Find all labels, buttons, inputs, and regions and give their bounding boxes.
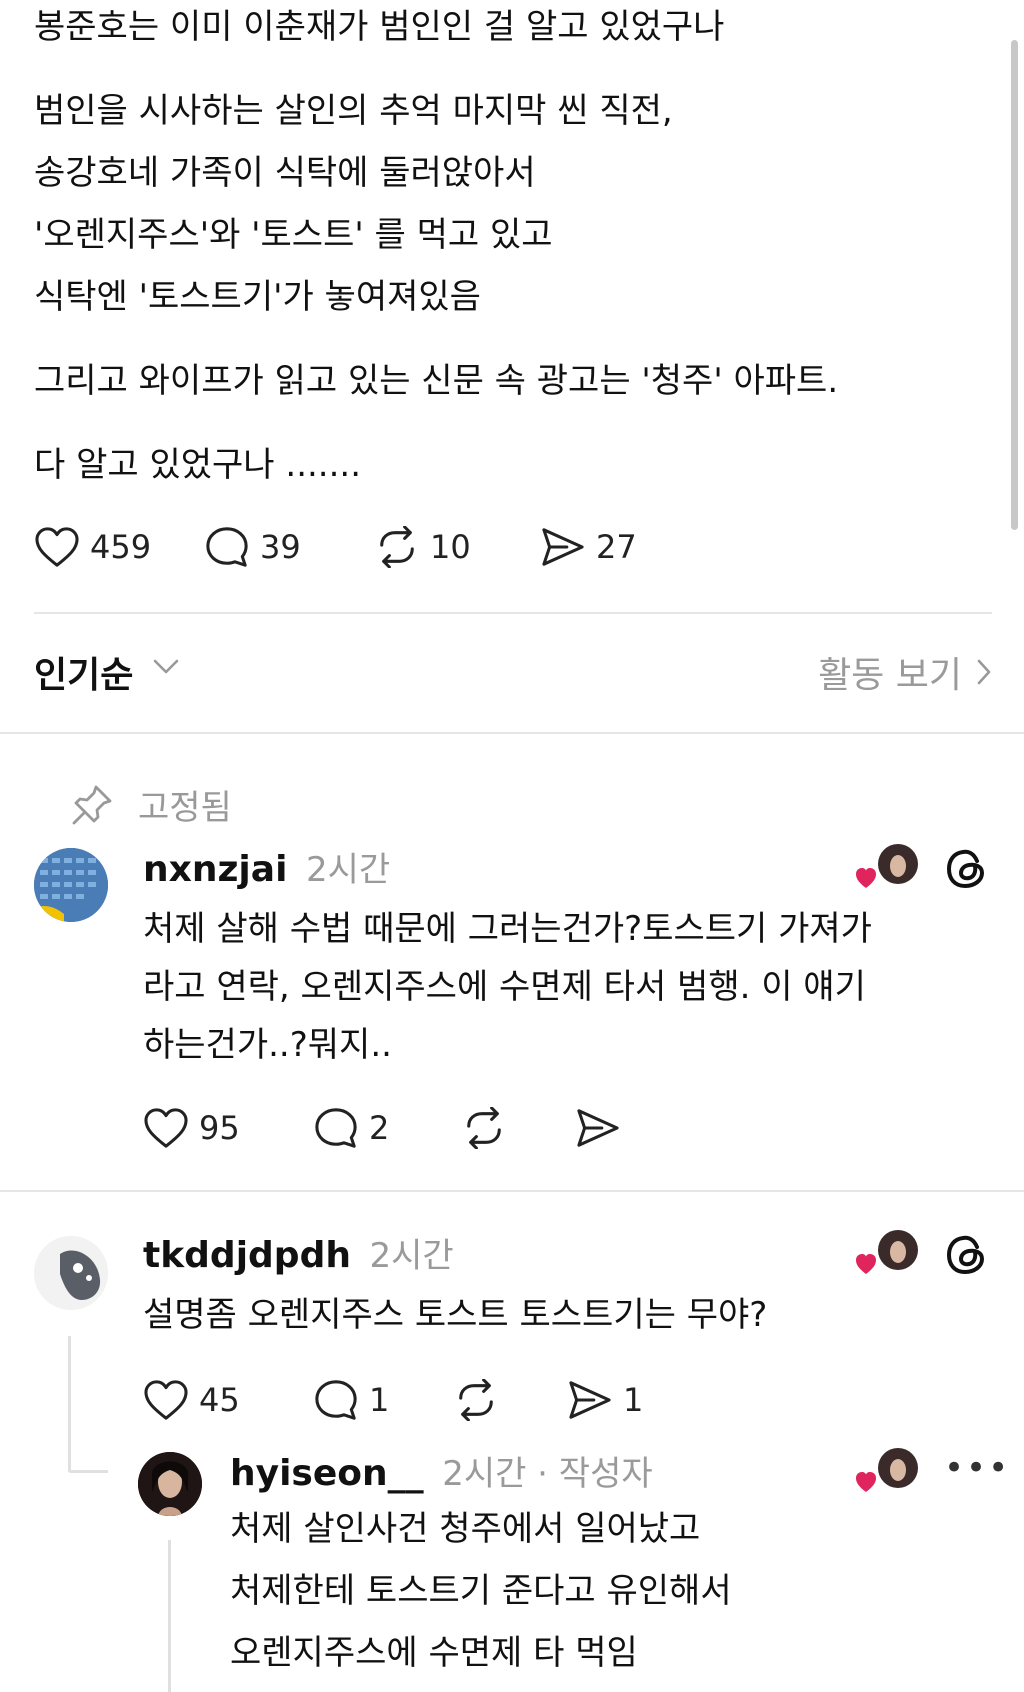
comment-time: 2시간 bbox=[305, 850, 391, 890]
like-button[interactable]: 45 bbox=[143, 1379, 313, 1421]
like-count: 459 bbox=[90, 528, 152, 566]
username-text: tkddjdpdh bbox=[143, 1235, 351, 1276]
author-avatar-heart-icon bbox=[856, 1448, 918, 1492]
post-actions: 459 39 10 27 bbox=[34, 525, 637, 569]
liked-by-author-badge bbox=[856, 1228, 918, 1278]
comment-line: 처제 살인사건 청주에서 일어났고 bbox=[230, 1509, 701, 1549]
comment-body: 처제 살인사건 청주에서 일어났고 처제한테 토스트기 준다고 유인해서 오렌지… bbox=[230, 1500, 990, 1686]
comment-body: 설명좀 오렌지주스 토스트 토스트기는 무야? bbox=[143, 1286, 973, 1344]
author-avatar-heart-icon bbox=[856, 1230, 918, 1274]
comment-button[interactable]: 1 bbox=[313, 1378, 453, 1422]
chevron-down-icon[interactable] bbox=[152, 658, 180, 676]
like-count: 45 bbox=[199, 1381, 240, 1419]
repost-button[interactable] bbox=[453, 1379, 567, 1421]
comment-bubble-icon bbox=[315, 1380, 357, 1420]
sort-dropdown[interactable]: 인기순 bbox=[34, 646, 133, 698]
like-count: 95 bbox=[199, 1109, 240, 1147]
comment-actions: 45 1 1 bbox=[143, 1378, 643, 1422]
comment-time: 2시간 bbox=[369, 1236, 454, 1276]
comment-line: 설명좀 오렌지주스 토스트 토스트기는 무야? bbox=[143, 1295, 768, 1335]
comment-time: 2시간 · 작성자 bbox=[442, 1454, 653, 1494]
comment-bubble-icon bbox=[315, 1108, 357, 1148]
post-line-1: 봉준호는 이미 이춘재가 범인인 걸 알고 있었구나 bbox=[34, 7, 725, 47]
activity-label: 활동 보기 bbox=[818, 655, 962, 696]
share-send-icon bbox=[577, 1109, 619, 1147]
heart-icon bbox=[144, 1108, 188, 1148]
reply-count: 1 bbox=[369, 1381, 390, 1419]
heart-icon bbox=[35, 527, 79, 567]
share-button[interactable]: 27 bbox=[540, 526, 637, 568]
post-line: 범인을 시사하는 살인의 추억 마지막 씬 직전, bbox=[34, 91, 673, 131]
reply-thread-connector bbox=[68, 1470, 108, 1473]
share-button[interactable] bbox=[575, 1107, 621, 1149]
avatar-image bbox=[138, 1452, 202, 1516]
comment-bubble-icon bbox=[206, 527, 248, 567]
divider bbox=[0, 732, 1024, 734]
avatar[interactable] bbox=[34, 1236, 108, 1310]
more-dots-icon[interactable]: ••• bbox=[944, 1448, 1010, 1488]
liked-by-author-badge bbox=[856, 1446, 918, 1496]
pinned-indicator: 고정됨 bbox=[70, 780, 232, 829]
comment-body: 처제 살해 수법 때문에 그러는건가?토스트기 가져가 라고 연락, 오렌지주스… bbox=[143, 900, 973, 1074]
heart-icon bbox=[144, 1380, 188, 1420]
comment-button[interactable]: 2 bbox=[313, 1106, 461, 1150]
like-button[interactable]: 95 bbox=[143, 1107, 313, 1149]
activity-link[interactable]: 활동 보기 bbox=[818, 646, 992, 698]
avatar[interactable] bbox=[34, 848, 108, 922]
comment-line: 오렌지주스에 수면제 타 먹임 bbox=[230, 1633, 638, 1673]
post-paragraph-4: 다 알고 있었구나 ....... bbox=[34, 445, 362, 485]
reply-thread-line bbox=[68, 1336, 71, 1472]
repost-button[interactable] bbox=[461, 1107, 575, 1149]
share-send-icon bbox=[569, 1381, 611, 1419]
author-avatar-heart-icon bbox=[856, 844, 918, 888]
share-send-icon bbox=[542, 528, 584, 566]
reply-count: 2 bbox=[369, 1109, 390, 1147]
reply-thread-line bbox=[168, 1540, 171, 1692]
comment-line: 하는건가..?뭐지.. bbox=[143, 1025, 392, 1065]
comment-username[interactable]: nxnzjai 2시간 bbox=[143, 842, 390, 891]
username-text: hyiseon__ bbox=[230, 1453, 424, 1494]
post-line: 식탁엔 '토스트기'가 놓여져있음 bbox=[34, 277, 481, 317]
pin-icon bbox=[72, 785, 112, 824]
comment-line: 처제한테 토스트기 준다고 유인해서 bbox=[230, 1571, 732, 1611]
share-count: 1 bbox=[623, 1381, 644, 1419]
scrollbar[interactable] bbox=[1011, 40, 1018, 530]
divider bbox=[0, 1190, 1024, 1192]
comment-button[interactable]: 39 bbox=[204, 525, 374, 569]
comment-username[interactable]: tkddjdpdh 2시간 bbox=[143, 1228, 454, 1277]
comment-line: 라고 연락, 오렌지주스에 수면제 타서 범행. 이 얘기 bbox=[143, 967, 866, 1007]
comment-count: 39 bbox=[260, 528, 301, 566]
comment-username[interactable]: hyiseon__ 2시간 · 작성자 bbox=[230, 1446, 653, 1495]
repost-icon bbox=[459, 1379, 493, 1421]
post-paragraph-2: 범인을 시사하는 살인의 추억 마지막 씬 직전, 송강호네 가족이 식탁에 둘… bbox=[34, 80, 673, 328]
post-paragraph-3: 그리고 와이프가 읽고 있는 신문 속 광고는 '청주' 아파트. bbox=[34, 361, 839, 401]
repost-button[interactable]: 10 bbox=[374, 526, 540, 568]
chevron-right-icon bbox=[977, 659, 991, 685]
post-line: 송강호네 가족이 식탁에 둘러앉아서 bbox=[34, 153, 536, 193]
repost-icon bbox=[380, 526, 414, 568]
avatar[interactable] bbox=[138, 1452, 202, 1516]
avatar-image bbox=[34, 1236, 108, 1310]
comment-actions: 95 2 bbox=[143, 1106, 621, 1150]
sort-bar: 인기순 활동 보기 bbox=[34, 640, 992, 700]
share-button[interactable]: 1 bbox=[567, 1379, 643, 1421]
liked-by-author-badge bbox=[856, 842, 918, 892]
threads-logo-icon[interactable] bbox=[944, 1232, 990, 1278]
comment-line: 처제 살해 수법 때문에 그러는건가?토스트기 가져가 bbox=[143, 909, 872, 949]
share-count: 27 bbox=[596, 528, 637, 566]
repost-icon bbox=[467, 1107, 501, 1149]
username-text: nxnzjai bbox=[143, 849, 288, 890]
like-button[interactable]: 459 bbox=[34, 526, 204, 568]
post-line: '오렌지주스'와 '토스트' 를 먹고 있고 bbox=[34, 215, 553, 255]
threads-logo-icon[interactable] bbox=[944, 846, 990, 892]
avatar-image bbox=[34, 848, 108, 922]
repost-count: 10 bbox=[430, 528, 471, 566]
divider bbox=[34, 612, 992, 614]
pinned-label: 고정됨 bbox=[138, 788, 232, 828]
